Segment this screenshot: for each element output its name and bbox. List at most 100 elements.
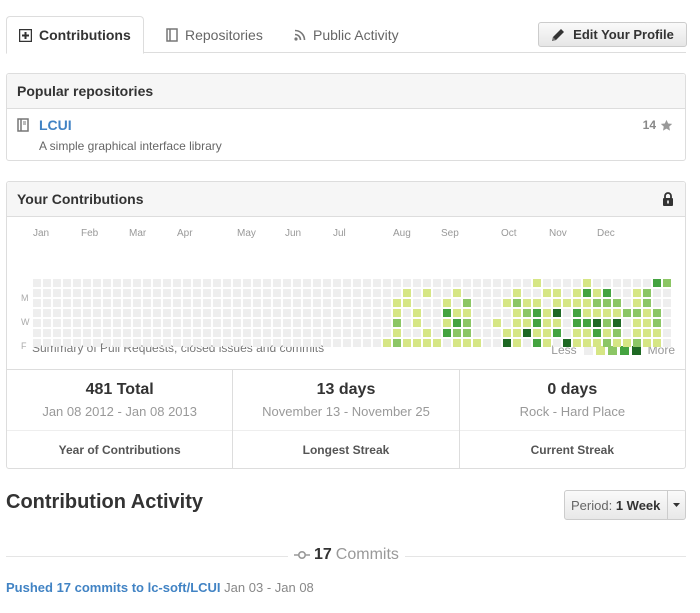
contribution-day[interactable]: [353, 339, 361, 347]
contribution-day[interactable]: [623, 299, 631, 307]
contribution-day[interactable]: [223, 329, 231, 337]
contribution-day[interactable]: [623, 279, 631, 287]
contribution-day[interactable]: [243, 339, 251, 347]
contribution-day[interactable]: [153, 289, 161, 297]
contribution-day[interactable]: [523, 309, 531, 317]
contribution-day[interactable]: [463, 309, 471, 317]
contribution-day[interactable]: [623, 339, 631, 347]
contribution-day[interactable]: [33, 279, 41, 287]
contribution-day[interactable]: [253, 339, 261, 347]
contribution-day[interactable]: [203, 319, 211, 327]
contribution-day[interactable]: [513, 339, 521, 347]
contribution-day[interactable]: [393, 329, 401, 337]
contribution-day[interactable]: [93, 339, 101, 347]
contribution-day[interactable]: [523, 319, 531, 327]
contribution-day[interactable]: [183, 329, 191, 337]
contribution-day[interactable]: [573, 299, 581, 307]
contribution-day[interactable]: [143, 339, 151, 347]
contribution-day[interactable]: [463, 289, 471, 297]
contribution-day[interactable]: [193, 339, 201, 347]
contribution-day[interactable]: [413, 319, 421, 327]
contribution-day[interactable]: [53, 299, 61, 307]
contribution-day[interactable]: [293, 289, 301, 297]
contribution-day[interactable]: [233, 339, 241, 347]
contribution-day[interactable]: [363, 289, 371, 297]
contribution-day[interactable]: [583, 279, 591, 287]
contribution-day[interactable]: [93, 299, 101, 307]
contribution-day[interactable]: [443, 309, 451, 317]
contribution-day[interactable]: [153, 339, 161, 347]
contribution-day[interactable]: [433, 299, 441, 307]
contribution-day[interactable]: [373, 299, 381, 307]
contribution-day[interactable]: [253, 319, 261, 327]
contribution-day[interactable]: [233, 329, 241, 337]
contribution-day[interactable]: [603, 319, 611, 327]
contribution-day[interactable]: [283, 279, 291, 287]
contribution-day[interactable]: [33, 319, 41, 327]
contribution-day[interactable]: [73, 339, 81, 347]
contribution-day[interactable]: [523, 339, 531, 347]
contribution-day[interactable]: [473, 339, 481, 347]
contribution-day[interactable]: [233, 279, 241, 287]
contribution-day[interactable]: [303, 319, 311, 327]
contribution-day[interactable]: [593, 319, 601, 327]
contribution-day[interactable]: [523, 329, 531, 337]
contribution-day[interactable]: [473, 299, 481, 307]
contribution-day[interactable]: [553, 329, 561, 337]
contribution-day[interactable]: [503, 289, 511, 297]
contribution-day[interactable]: [313, 319, 321, 327]
contribution-day[interactable]: [633, 279, 641, 287]
contribution-day[interactable]: [553, 289, 561, 297]
contribution-day[interactable]: [173, 319, 181, 327]
contribution-day[interactable]: [573, 279, 581, 287]
contribution-day[interactable]: [243, 279, 251, 287]
contribution-day[interactable]: [153, 299, 161, 307]
contribution-day[interactable]: [173, 299, 181, 307]
contribution-day[interactable]: [533, 309, 541, 317]
contribution-day[interactable]: [333, 299, 341, 307]
contribution-day[interactable]: [423, 279, 431, 287]
contribution-day[interactable]: [193, 329, 201, 337]
contribution-day[interactable]: [43, 339, 51, 347]
contribution-day[interactable]: [643, 319, 651, 327]
contribution-day[interactable]: [53, 279, 61, 287]
contribution-day[interactable]: [433, 339, 441, 347]
contribution-day[interactable]: [313, 309, 321, 317]
push-event-link[interactable]: Pushed 17 commits to lc-soft/LCUI: [6, 580, 221, 595]
contribution-day[interactable]: [293, 299, 301, 307]
contribution-day[interactable]: [403, 289, 411, 297]
contribution-day[interactable]: [363, 339, 371, 347]
contribution-day[interactable]: [273, 309, 281, 317]
contribution-day[interactable]: [623, 319, 631, 327]
contribution-day[interactable]: [483, 329, 491, 337]
contribution-day[interactable]: [343, 329, 351, 337]
edit-profile-button[interactable]: Edit Your Profile: [538, 22, 687, 47]
contribution-day[interactable]: [633, 299, 641, 307]
contribution-day[interactable]: [483, 279, 491, 287]
contribution-day[interactable]: [443, 339, 451, 347]
contribution-day[interactable]: [293, 329, 301, 337]
contribution-day[interactable]: [563, 309, 571, 317]
contribution-day[interactable]: [373, 309, 381, 317]
contribution-day[interactable]: [343, 289, 351, 297]
contribution-day[interactable]: [313, 289, 321, 297]
contribution-day[interactable]: [73, 299, 81, 307]
contribution-day[interactable]: [513, 279, 521, 287]
contribution-day[interactable]: [333, 339, 341, 347]
contribution-day[interactable]: [143, 289, 151, 297]
contribution-day[interactable]: [143, 319, 151, 327]
contribution-day[interactable]: [443, 329, 451, 337]
contribution-day[interactable]: [103, 339, 111, 347]
contribution-day[interactable]: [73, 309, 81, 317]
tab-repositories[interactable]: Repositories: [166, 16, 263, 53]
contribution-day[interactable]: [163, 319, 171, 327]
contribution-day[interactable]: [33, 309, 41, 317]
contribution-day[interactable]: [303, 329, 311, 337]
contribution-day[interactable]: [73, 329, 81, 337]
contribution-day[interactable]: [313, 279, 321, 287]
contribution-day[interactable]: [263, 309, 271, 317]
contribution-day[interactable]: [53, 339, 61, 347]
contribution-day[interactable]: [453, 319, 461, 327]
contribution-day[interactable]: [223, 279, 231, 287]
contribution-day[interactable]: [183, 289, 191, 297]
